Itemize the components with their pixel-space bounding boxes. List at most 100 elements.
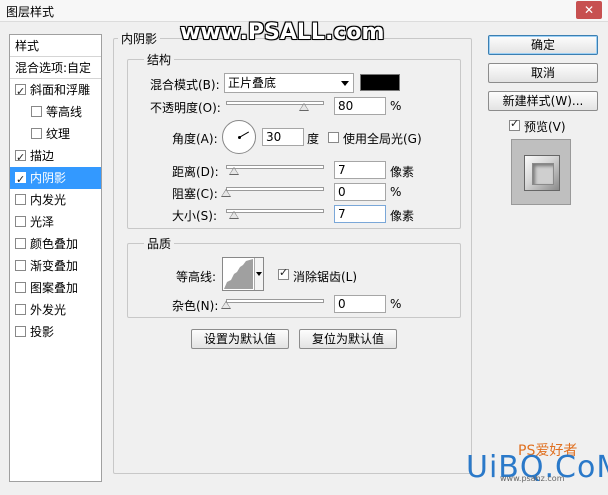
sidebar-item[interactable]: 等高线 (10, 101, 101, 123)
sidebar-item-label: 描边 (30, 149, 55, 163)
logo-url: www.psahz.com (500, 474, 565, 483)
sidebar-item-checkbox[interactable] (31, 106, 42, 117)
blend-mode-label: 混合模式(B): (150, 78, 220, 92)
sidebar-item-checkbox[interactable] (15, 194, 26, 205)
sidebar-item-label: 斜面和浮雕 (30, 83, 91, 97)
sidebar-item[interactable]: 纹理 (10, 123, 101, 145)
style-preview (511, 139, 571, 205)
ok-button[interactable]: 确定 (488, 35, 598, 55)
choke-label: 阻塞(C): (172, 187, 218, 201)
sidebar-item-checkbox[interactable] (31, 128, 42, 139)
contour-dropdown-icon[interactable] (254, 258, 263, 290)
sidebar-item-label: 外发光 (30, 303, 67, 317)
blend-mode-value: 正片叠底 (228, 76, 277, 90)
angle-input[interactable]: 30 (262, 128, 304, 146)
close-icon[interactable]: ✕ (576, 1, 602, 19)
sidebar-item-checkbox[interactable] (15, 147, 26, 169)
contour-label: 等高线: (176, 270, 217, 284)
noise-label: 杂色(N): (172, 299, 219, 313)
sidebar-item-checkbox[interactable] (15, 169, 26, 191)
size-slider[interactable] (226, 209, 324, 213)
reset-default-button[interactable]: 复位为默认值 (299, 329, 397, 349)
distance-input[interactable]: 7 (334, 161, 386, 179)
opacity-unit: % (390, 99, 402, 113)
sidebar-item[interactable]: 投影 (10, 321, 101, 343)
sidebar-item-checkbox[interactable] (15, 81, 26, 103)
set-default-button[interactable]: 设置为默认值 (191, 329, 289, 349)
title-bar: 图层样式 ✕ (0, 0, 608, 22)
distance-slider-thumb[interactable] (229, 167, 239, 175)
sidebar-item-label: 图案叠加 (30, 281, 79, 295)
distance-slider[interactable] (226, 165, 324, 169)
sidebar-item[interactable]: 内发光 (10, 189, 101, 211)
choke-unit: % (390, 185, 402, 199)
opacity-input[interactable]: 80 (334, 97, 386, 115)
sidebar-item[interactable]: 混合选项:自定 (10, 57, 101, 79)
size-label: 大小(S): (172, 209, 218, 223)
sidebar-item-checkbox[interactable] (15, 216, 26, 227)
sidebar-item-label: 内阴影 (30, 171, 67, 185)
sidebar-item[interactable]: 内阴影 (10, 167, 101, 191)
cancel-button[interactable]: 取消 (488, 63, 598, 83)
sidebar-item-checkbox[interactable] (15, 304, 26, 315)
sidebar-item-label: 混合选项:自定 (15, 61, 92, 75)
angle-dial[interactable] (222, 120, 256, 154)
size-slider-thumb[interactable] (229, 211, 239, 219)
opacity-slider[interactable] (226, 101, 324, 105)
opacity-label: 不透明度(O): (150, 101, 221, 115)
sidebar-item-label: 内发光 (30, 193, 67, 207)
distance-unit: 像素 (390, 165, 415, 179)
sidebar-item-checkbox[interactable] (15, 326, 26, 337)
shadow-color-swatch[interactable] (360, 74, 400, 91)
global-light-checkbox[interactable] (328, 132, 339, 143)
size-input[interactable]: 7 (334, 205, 386, 223)
sidebar-item[interactable]: 渐变叠加 (10, 255, 101, 277)
style-preview-tile (524, 155, 560, 191)
sidebar-item-checkbox[interactable] (15, 238, 26, 249)
global-light-label[interactable]: 使用全局光(G) (343, 130, 422, 147)
sidebar-item-label: 纹理 (46, 127, 71, 141)
noise-slider[interactable] (226, 299, 324, 303)
sidebar-item-checkbox[interactable] (15, 282, 26, 293)
anti-alias-checkbox[interactable] (278, 266, 289, 280)
sidebar-item[interactable]: 斜面和浮雕 (10, 79, 101, 103)
preview-label[interactable]: 预览(V) (524, 118, 566, 135)
structure-title: 结构 (144, 51, 175, 68)
noise-slider-thumb[interactable] (221, 301, 231, 309)
sidebar-item[interactable]: 光泽 (10, 211, 101, 233)
sidebar-item-label: 光泽 (30, 215, 55, 229)
styles-list-header[interactable]: 样式 (10, 35, 101, 57)
angle-label: 角度(A): (172, 132, 218, 146)
sidebar-item[interactable]: 图案叠加 (10, 277, 101, 299)
size-unit: 像素 (390, 209, 415, 223)
sidebar-item[interactable]: 描边 (10, 145, 101, 169)
new-style-button[interactable]: 新建样式(W)... (488, 91, 598, 111)
choke-slider-thumb[interactable] (221, 189, 231, 197)
quality-title: 品质 (144, 235, 175, 252)
blend-mode-select[interactable]: 正片叠底 (224, 73, 354, 93)
sidebar-item-label: 投影 (30, 325, 55, 339)
inner-shadow-title: 内阴影 (118, 30, 161, 47)
styles-list: 样式 混合选项:自定斜面和浮雕等高线纹理描边内阴影内发光光泽颜色叠加渐变叠加图案… (9, 34, 102, 482)
sidebar-item-label: 渐变叠加 (30, 259, 79, 273)
opacity-slider-thumb[interactable] (299, 103, 309, 111)
noise-unit: % (390, 297, 402, 311)
distance-label: 距离(D): (172, 165, 219, 179)
choke-slider[interactable] (226, 187, 324, 191)
preview-checkbox[interactable] (509, 117, 520, 131)
sidebar-item-label: 等高线 (46, 105, 83, 119)
sidebar-item[interactable]: 外发光 (10, 299, 101, 321)
angle-unit: 度 (307, 132, 320, 146)
sidebar-item-label: 颜色叠加 (30, 237, 79, 251)
sidebar-item[interactable]: 颜色叠加 (10, 233, 101, 255)
sidebar-item-checkbox[interactable] (15, 260, 26, 271)
contour-curve-icon (224, 259, 253, 289)
angle-center (238, 136, 241, 139)
contour-picker[interactable] (222, 257, 264, 291)
watermark-text: www.PSALL.com (180, 20, 385, 45)
anti-alias-label[interactable]: 消除锯齿(L) (293, 268, 357, 285)
chevron-down-icon (341, 81, 349, 86)
noise-input[interactable]: 0 (334, 295, 386, 313)
choke-input[interactable]: 0 (334, 183, 386, 201)
window-title: 图层样式 (6, 5, 55, 19)
